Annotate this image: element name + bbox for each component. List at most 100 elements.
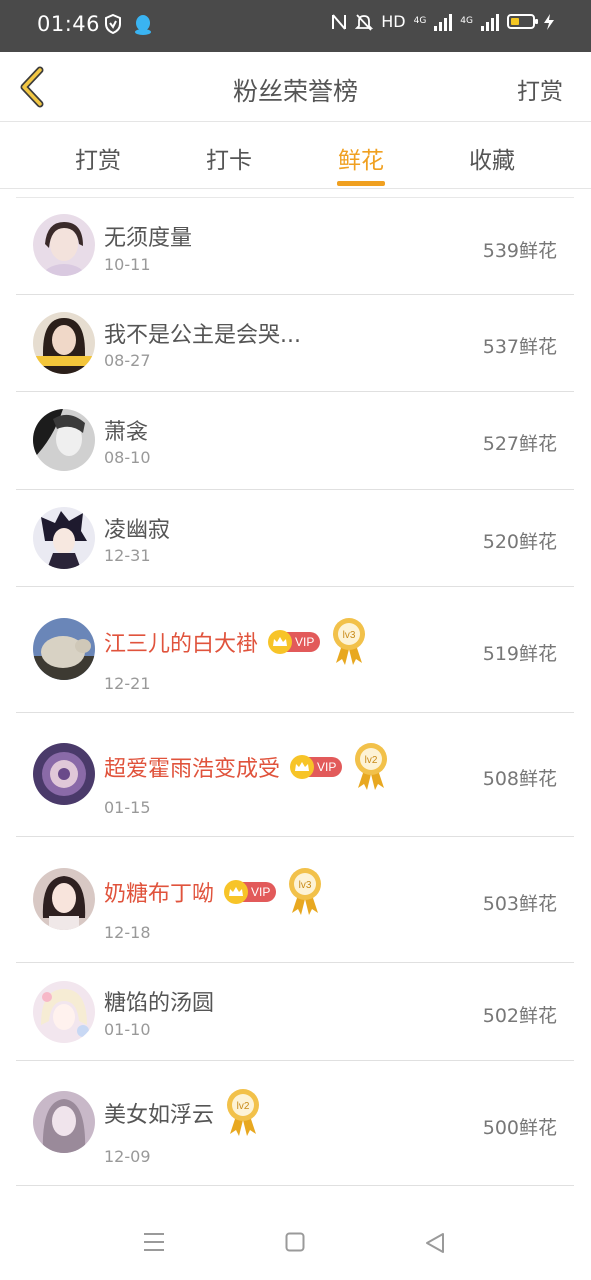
tab-label: 打卡 xyxy=(206,148,252,174)
list-item[interactable]: 凌幽寂 12-31 520鲜花 xyxy=(16,490,574,587)
flower-count: 537鲜花 xyxy=(482,336,557,358)
fan-name: 萧衾 xyxy=(104,420,149,445)
fan-ranking-list: 无须度量 10-11 539鲜花 我不是公主是会哭... 08-27 537鲜花… xyxy=(16,197,574,1186)
mute-bell-icon xyxy=(355,13,374,31)
fan-date: 12-21 xyxy=(104,674,151,693)
tab-flowers[interactable]: 鲜花 xyxy=(311,141,411,186)
list-item[interactable]: 我不是公主是会哭... 08-27 537鲜花 xyxy=(16,295,574,392)
vip-label: VIP xyxy=(317,760,337,774)
page-title: 粉丝荣誉榜 xyxy=(232,77,358,106)
tab-label: 打赏 xyxy=(75,148,121,174)
home-square-icon[interactable] xyxy=(285,1232,305,1252)
flower-count: 502鲜花 xyxy=(482,1005,557,1027)
vip-badge: VIP xyxy=(290,755,343,779)
fan-date: 10-11 xyxy=(104,255,151,274)
level-label: lv3 xyxy=(299,880,312,891)
fan-name: 江三儿的白大褂 xyxy=(104,632,259,657)
fan-name-line: 凌幽寂 xyxy=(104,512,170,544)
fan-date: 12-31 xyxy=(104,546,151,565)
vip-badge: VIP xyxy=(224,880,277,904)
level-label: lv3 xyxy=(343,630,356,641)
avatar xyxy=(33,868,95,930)
status-icons: HD 4G 4G xyxy=(331,12,555,31)
fan-name-line: 超爱霍雨浩变成受 VIP lv2 xyxy=(104,742,390,792)
avatar xyxy=(33,1091,95,1153)
back-triangle-icon[interactable] xyxy=(425,1232,445,1254)
list-item[interactable]: 超爱霍雨浩变成受 VIP lv2 01-15 508鲜花 xyxy=(16,713,574,837)
fan-name: 奶糖布丁呦 xyxy=(104,882,215,907)
system-nav-bar xyxy=(0,1210,591,1280)
crown-icon xyxy=(268,630,293,654)
fan-name: 无须度量 xyxy=(104,226,193,251)
signal-icon-2 xyxy=(481,13,499,31)
fan-date: 12-18 xyxy=(104,923,151,942)
flower-count: 539鲜花 xyxy=(482,240,557,262)
flower-count: 500鲜花 xyxy=(482,1117,557,1139)
avatar xyxy=(33,507,95,569)
battery-icon xyxy=(507,14,538,29)
flower-count: 519鲜花 xyxy=(482,643,557,665)
crown-icon xyxy=(224,880,249,904)
qq-icon xyxy=(135,15,151,35)
fan-name: 美女如浮云 xyxy=(104,1103,215,1128)
status-bar: 01:46 HD 4G 4G xyxy=(0,0,591,52)
reward-button[interactable]: 打赏 xyxy=(517,72,563,106)
fan-name: 糖馅的汤圆 xyxy=(104,991,215,1016)
fan-date: 12-09 xyxy=(104,1147,151,1166)
vip-label: VIP xyxy=(295,635,315,649)
list-item[interactable]: 萧衾 08-10 527鲜花 xyxy=(16,392,574,490)
fan-name-line: 我不是公主是会哭... xyxy=(104,317,301,349)
flower-count: 503鲜花 xyxy=(482,893,557,915)
avatar xyxy=(33,312,95,374)
level-medal-icon: lv3 xyxy=(333,618,366,665)
fan-name-line: 江三儿的白大褂 VIP lv3 xyxy=(104,617,368,667)
fan-date: 01-10 xyxy=(104,1020,151,1039)
shield-icon xyxy=(105,14,121,34)
flower-count: 520鲜花 xyxy=(482,531,557,553)
vip-badge: VIP xyxy=(268,630,321,654)
avatar xyxy=(33,409,95,471)
flower-count: 508鲜花 xyxy=(482,768,557,790)
avatar xyxy=(33,214,95,276)
level-label: lv2 xyxy=(237,1101,250,1112)
menu-icon[interactable] xyxy=(143,1232,165,1252)
tab-checkin[interactable]: 打卡 xyxy=(179,141,279,175)
fan-name: 我不是公主是会哭... xyxy=(104,323,301,348)
level-medal-icon: lv3 xyxy=(289,868,322,915)
signal-label-1: 4G xyxy=(413,16,427,26)
fan-name-line: 无须度量 xyxy=(104,220,192,252)
tab-bar: 打赏 打卡 鲜花 收藏 xyxy=(0,123,591,189)
fan-name-line: 奶糖布丁呦 VIP lv3 xyxy=(104,867,324,917)
tab-label: 收藏 xyxy=(469,148,515,174)
fan-date: 08-27 xyxy=(104,351,151,370)
level-medal-icon: lv2 xyxy=(227,1089,260,1136)
nfc-icon xyxy=(332,13,347,30)
header-bar: 粉丝荣誉榜 打赏 xyxy=(0,52,591,122)
active-tab-indicator xyxy=(337,181,385,186)
fan-name-line: 美女如浮云 lv2 xyxy=(104,1088,262,1138)
fan-name-line: 萧衾 xyxy=(104,414,148,446)
avatar xyxy=(33,743,95,805)
tab-favorites[interactable]: 收藏 xyxy=(442,141,542,175)
network-type: HD xyxy=(381,12,406,31)
level-medal-icon: lv2 xyxy=(355,743,388,790)
list-item[interactable]: 江三儿的白大褂 VIP lv3 12-21 519鲜花 xyxy=(16,587,574,713)
flower-count: 527鲜花 xyxy=(482,433,557,455)
signal-label-2: 4G xyxy=(460,16,473,26)
list-item[interactable]: 糖馅的汤圆 01-10 502鲜花 xyxy=(16,963,574,1061)
level-label: lv2 xyxy=(365,755,378,766)
vip-label: VIP xyxy=(251,885,271,899)
list-item[interactable]: 无须度量 10-11 539鲜花 xyxy=(16,198,574,295)
fan-date: 01-15 xyxy=(104,798,151,817)
fan-name: 超爱霍雨浩变成受 xyxy=(104,757,281,782)
list-item[interactable]: 美女如浮云 lv2 12-09 500鲜花 xyxy=(16,1061,574,1186)
fan-name: 凌幽寂 xyxy=(104,518,171,543)
signal-icon-1 xyxy=(434,13,453,31)
crown-icon xyxy=(290,755,315,779)
tab-reward[interactable]: 打赏 xyxy=(48,141,148,175)
avatar xyxy=(33,981,95,1043)
fan-name-line: 糖馅的汤圆 xyxy=(104,985,214,1017)
avatar xyxy=(33,618,95,680)
list-item[interactable]: 奶糖布丁呦 VIP lv3 12-18 503鲜花 xyxy=(16,837,574,963)
tab-label: 鲜花 xyxy=(338,148,384,174)
